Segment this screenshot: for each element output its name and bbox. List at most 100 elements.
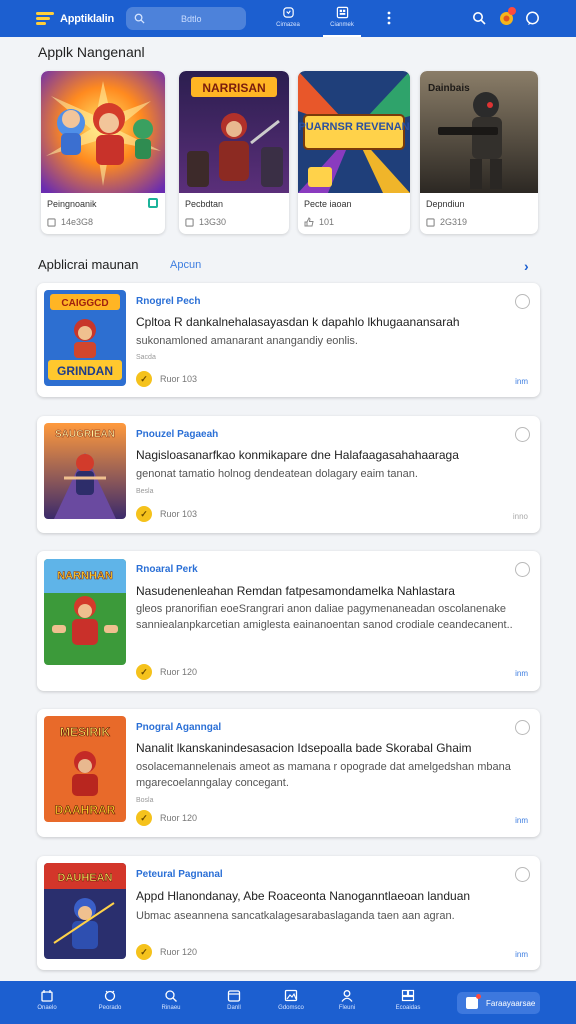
banner-text: NARNHAN [57, 570, 113, 582]
nav-label: Fleuni [338, 1005, 356, 1011]
nav-item-fleuni[interactable]: Fleuni [324, 989, 370, 1011]
app-category: Pnouzel Pagaeah [136, 429, 219, 440]
chevron-right-icon[interactable]: › [524, 258, 529, 274]
app-logo[interactable]: Apptiklalin [36, 11, 114, 27]
coin-icon: ✓ [136, 664, 152, 680]
app-tag: Sacda [136, 354, 156, 361]
app-thumbnail: MESIRIK DAAHRAR [44, 716, 126, 822]
app-description: Ubmac aseannena sancatkalagesarabaslagan… [136, 910, 455, 922]
app-meta: 2G319 [426, 217, 467, 227]
search-icon[interactable] [471, 10, 487, 26]
app-thumbnail: DAUHEAN [44, 863, 126, 959]
banner-text: CAIGGCD [61, 298, 108, 309]
top-app-bar: Apptiklalin Bdtlo Cimazea Cianmek [0, 0, 576, 37]
list-item[interactable]: NARNHAN Rnoaral Perk Nasudenenleahan Rem… [37, 551, 540, 691]
favorite-icon[interactable] [515, 427, 530, 442]
more-link[interactable]: inno [513, 512, 528, 521]
download-count: 13G30 [199, 217, 227, 227]
nav-label: Rinaeu [161, 1005, 181, 1011]
featured-app-card[interactable]: NARRISAN Pecbdtan 13G30 [179, 71, 289, 234]
app-rating: ✓ Ruor 120 [136, 664, 197, 680]
featured-app-card[interactable]: Dainbais Depndiun 2G319 [420, 71, 538, 234]
apps-icon [336, 6, 348, 19]
banner-text: DAAHRAR [55, 803, 116, 817]
app-name: Depndiun [426, 199, 465, 209]
app-thumbnail: CAIGGCD GRINDAN [44, 290, 126, 386]
see-all-link[interactable]: Apcun [170, 259, 201, 271]
nav-item-ecoaidas[interactable]: Ecoaidas [385, 989, 431, 1011]
list-item[interactable]: MESIRIK DAAHRAR Pnogral Aganngal Nanalit… [37, 709, 540, 837]
app-meta: 101 [304, 217, 334, 227]
favorite-icon[interactable] [515, 562, 530, 577]
bookmark-icon[interactable] [148, 198, 158, 208]
more-vertical-icon[interactable] [381, 10, 397, 26]
list-item[interactable]: CAIGGCD GRINDAN Rnogrel Pech Cpltoa R da… [37, 283, 540, 397]
search-input[interactable]: Bdtlo [126, 7, 246, 30]
app-artwork [41, 71, 165, 193]
rating-value: Ruor 120 [160, 667, 198, 677]
download-count: 14e3G8 [61, 217, 94, 227]
nav-item-peorado[interactable]: Peorado [87, 989, 133, 1011]
app-rating: ✓ Ruor 103 [136, 371, 197, 387]
nav-label: Peorado [98, 1005, 122, 1011]
banner-text: Dainbais [428, 83, 470, 94]
nav-item-gdomsco[interactable]: Gdomsco [268, 989, 314, 1011]
image-icon [284, 989, 298, 1002]
nav-item-onaelo[interactable]: Onaelo [24, 989, 70, 1011]
favorite-icon[interactable] [515, 294, 530, 309]
app-tag: Besla [136, 488, 154, 495]
tab-label: Cimazea [276, 22, 300, 28]
app-meta: 13G30 [185, 217, 226, 227]
featured-app-card[interactable]: PUARNSR REVENAN Pecte iaoan 101 [298, 71, 410, 234]
app-title: Appd Hlanondanay, Abe Roaceonta Nanogann… [136, 889, 471, 903]
nav-label: Ecoaidas [395, 1005, 421, 1011]
cta-button[interactable]: Faraayaarsae [457, 992, 540, 1014]
app-thumbnail: NARNHAN [44, 559, 126, 665]
more-link[interactable]: inm [515, 669, 528, 678]
nav-item-rinaeu[interactable]: Rinaeu [148, 989, 194, 1011]
featured-app-card[interactable]: Peingnoanik 14e3G8 [41, 71, 165, 234]
download-icon [426, 217, 435, 227]
app-name: Pecte iaoan [304, 199, 352, 209]
rating-value: Ruor 120 [160, 813, 198, 823]
nav-label: Danll [227, 1005, 241, 1011]
favorite-icon[interactable] [515, 720, 530, 735]
tab-cimazea[interactable]: Cimazea [269, 6, 307, 37]
app-description: sukonamloned amanarant anangandiy eonlis… [136, 335, 358, 347]
app-rating: ✓ Ruor 103 [136, 506, 197, 522]
app-description: osolacemannelenais ameot as mamana r opo… [136, 761, 511, 789]
list-item[interactable]: DAUHEAN Peteural Pagnanal Appd Hlanondan… [37, 856, 540, 970]
like-count: 101 [319, 217, 335, 227]
tab-cianmek[interactable]: Cianmek [323, 6, 361, 37]
featured-section-title: Applk Nangenanl [38, 44, 145, 60]
more-link[interactable]: inm [515, 950, 528, 959]
app-title: Nagisloasanarfkao konmikapare dne Halafa… [136, 448, 459, 462]
app-artwork: Dainbais [420, 71, 538, 193]
app-category: Rnoaral Perk [136, 564, 198, 575]
cta-label: Faraayaarsae [486, 998, 536, 1008]
shield-icon [282, 7, 294, 18]
rating-value: Ruor 120 [160, 947, 198, 957]
rating-value: Ruor 103 [160, 509, 198, 519]
app-category: Peteural Pagnanal [136, 869, 223, 880]
list-item[interactable]: SAUGRIEAN Pnouzel Pagaeah Nagisloasanarf… [37, 416, 540, 533]
more-link[interactable]: inm [515, 816, 528, 825]
app-rating: ✓ Ruor 120 [136, 944, 197, 960]
more-link[interactable]: inm [515, 377, 528, 386]
app-category: Rnogrel Pech [136, 296, 201, 307]
app-description: genonat tamatio holnog dendeatean dolaga… [136, 468, 418, 480]
banner-text: DAUHEAN [58, 872, 113, 884]
nav-item-danll[interactable]: Danll [211, 989, 257, 1011]
rating-value: Ruor 103 [160, 374, 198, 384]
app-rating: ✓ Ruor 120 [136, 810, 197, 826]
banner-text: GRINDAN [57, 364, 113, 378]
search-icon [165, 990, 177, 1002]
coin-icon: ✓ [136, 506, 152, 522]
notification-badge [508, 7, 516, 15]
banner-text: SAUGRIEAN [55, 429, 115, 440]
chat-icon[interactable] [524, 10, 540, 26]
notification-icon[interactable] [498, 7, 516, 26]
tab-label: Cianmek [330, 22, 354, 28]
favorite-icon[interactable] [515, 867, 530, 882]
bug-icon [104, 990, 116, 1002]
